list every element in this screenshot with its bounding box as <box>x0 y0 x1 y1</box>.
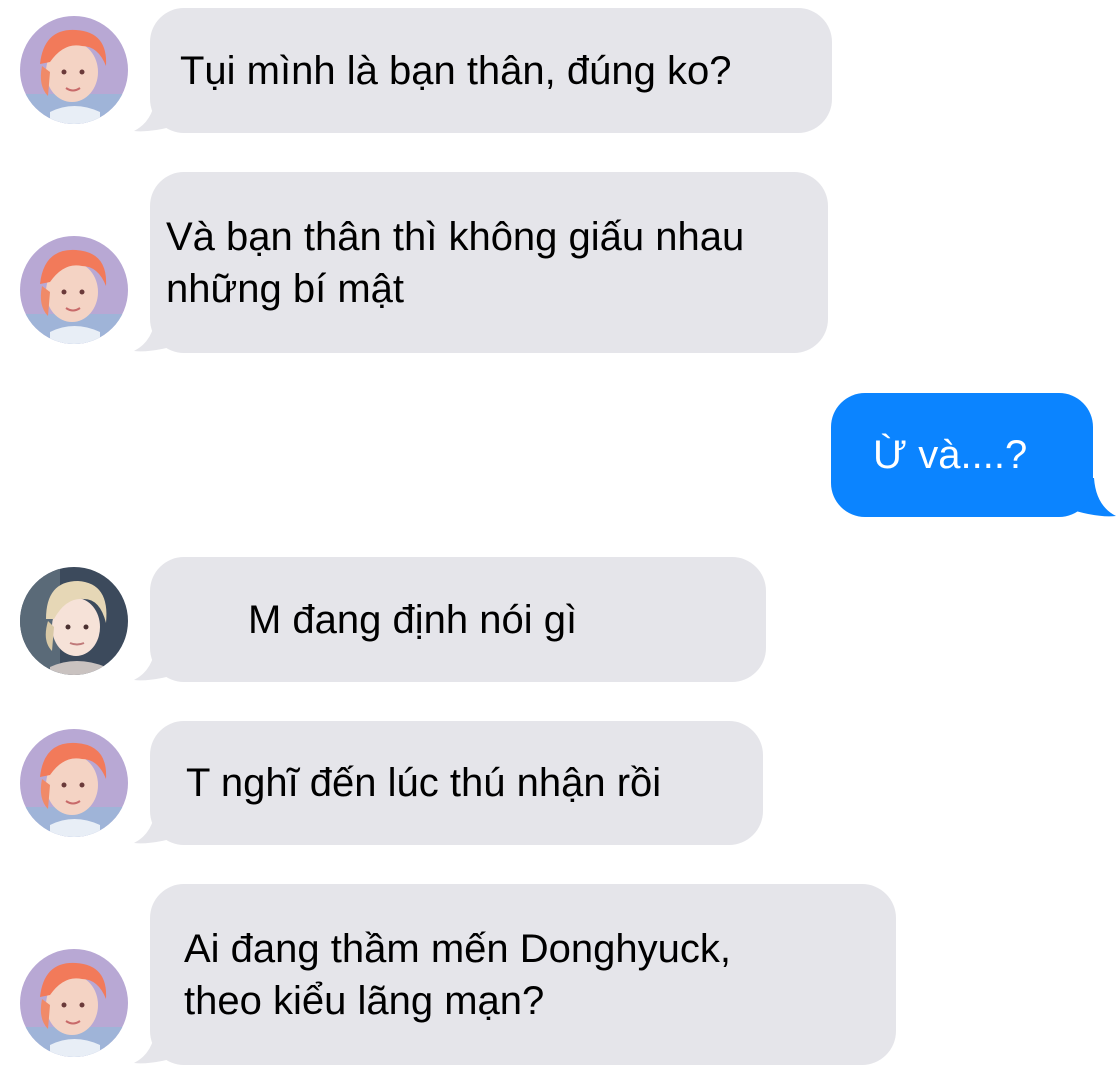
message-text: Tụi mình là bạn thân, đúng ko? <box>180 48 732 93</box>
blond-haired-avatar-icon[interactable] <box>20 567 128 675</box>
message-text: Ai đang thầm mến Donghyuck, theo kiểu lã… <box>184 926 731 1023</box>
blond-haired-avatar-image <box>20 567 128 675</box>
orange-haired-avatar-image <box>20 236 128 344</box>
orange-haired-avatar-image <box>20 16 128 124</box>
message-bubble[interactable]: M đang định nói gì <box>150 557 766 682</box>
orange-haired-avatar-icon[interactable] <box>20 729 128 837</box>
message-bubble[interactable]: T nghĩ đến lúc thú nhận rồi <box>150 721 763 845</box>
message-bubble[interactable]: Tụi mình là bạn thân, đúng ko? <box>150 8 832 133</box>
orange-haired-avatar-icon[interactable] <box>20 236 128 344</box>
message-text: Và bạn thân thì không giấu nhau những bí… <box>166 214 745 311</box>
orange-haired-avatar-image <box>20 949 128 1057</box>
message-text: Ừ và....? <box>873 433 1028 477</box>
message-text: M đang định nói gì <box>248 597 578 642</box>
orange-haired-avatar-icon[interactable] <box>20 16 128 124</box>
message-text: T nghĩ đến lúc thú nhận rồi <box>186 761 662 805</box>
chat-thread: Tụi mình là bạn thân, đúng ko? Và bạn th… <box>0 0 1116 1080</box>
message-bubble[interactable]: Ai đang thầm mến Donghyuck, theo kiểu lã… <box>150 884 896 1065</box>
message-bubble[interactable]: Và bạn thân thì không giấu nhau những bí… <box>150 172 828 353</box>
orange-haired-avatar-image <box>20 729 128 837</box>
message-bubble-outgoing[interactable]: Ừ và....? <box>831 393 1093 517</box>
orange-haired-avatar-icon[interactable] <box>20 949 128 1057</box>
